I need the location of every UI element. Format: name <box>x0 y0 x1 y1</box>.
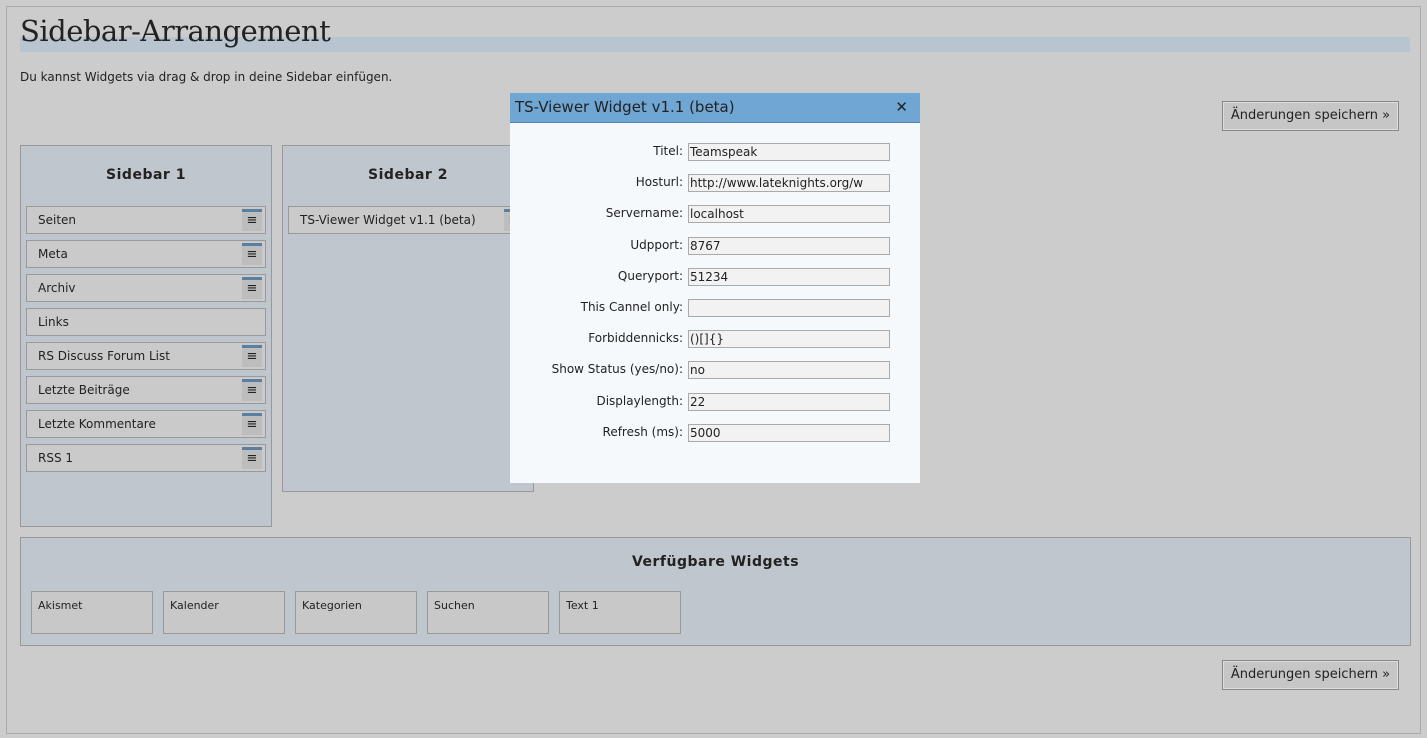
sidebar-1-panel: Sidebar 1 Seiten ≡ Meta ≡ Archiv ≡ Links RS Dis… <box>20 145 272 527</box>
form-row: Displaylength: 22 <box>510 392 920 411</box>
menu-handle-icon[interactable]: ≡ <box>242 379 262 401</box>
close-icon[interactable]: ✕ <box>895 93 908 122</box>
field-input[interactable]: no <box>688 361 890 380</box>
widget-label: Seiten <box>38 213 77 227</box>
widget-label: Links <box>38 315 69 329</box>
available-widget[interactable]: Kategorien <box>295 591 417 634</box>
widget-label: Archiv <box>38 281 76 295</box>
field-input[interactable]: 5000 <box>688 423 890 442</box>
sidebar-widget[interactable]: Archiv ≡ <box>26 274 266 302</box>
field-label: Hosturl: <box>635 175 683 190</box>
form-row: Refresh (ms): 5000 <box>510 423 920 442</box>
page-title: Sidebar-Arrangement <box>20 14 331 48</box>
widget-settings-dialog: TS-Viewer Widget v1.1 (beta) ✕ Titel: Tea… <box>510 93 920 483</box>
widget-label: Letzte Beiträge <box>38 383 130 397</box>
sidebar-widget[interactable]: Letzte Kommentare ≡ <box>26 410 266 438</box>
menu-handle-icon[interactable]: ≡ <box>242 209 262 231</box>
available-widget[interactable]: Suchen <box>427 591 549 634</box>
form-row: This Cannel only: <box>510 299 920 317</box>
dialog-title: TS-Viewer Widget v1.1 (beta) <box>515 98 735 116</box>
field-label: Refresh (ms): <box>602 424 683 439</box>
field-input[interactable] <box>688 299 890 317</box>
field-label: This Cannel only: <box>580 300 683 314</box>
sidebar-2-title: Sidebar 2 <box>368 167 448 183</box>
form-row: Udpport: 8767 <box>510 236 920 255</box>
menu-handle-icon[interactable]: ≡ <box>242 243 262 265</box>
form-row: Queryport: 51234 <box>510 267 920 286</box>
menu-handle-icon[interactable]: ≡ <box>242 277 262 299</box>
field-input[interactable]: Teamspeak <box>688 143 890 161</box>
intro-text: Du kannst Widgets via drag & drop in dei… <box>20 70 393 84</box>
widget-label: TS-Viewer Widget v1.1 (beta) <box>300 213 476 227</box>
sidebar-widget[interactable]: Seiten ≡ <box>26 206 266 234</box>
form-row: Titel: Teamspeak <box>510 143 920 161</box>
sidebar-1-title: Sidebar 1 <box>106 167 186 183</box>
field-input[interactable]: 51234 <box>688 267 890 286</box>
form-row: Hosturl: http://www.lateknights.org/w <box>510 174 920 193</box>
field-input[interactable]: localhost <box>688 205 890 224</box>
available-widget[interactable]: Kalender <box>163 591 285 634</box>
field-input[interactable]: ()[]{} <box>688 330 890 349</box>
menu-handle-icon[interactable]: ≡ <box>242 447 262 469</box>
menu-handle-icon[interactable]: ≡ <box>242 345 262 367</box>
available-widgets-title: Verfügbare Widgets <box>631 554 800 570</box>
widget-label: RS Discuss Forum List <box>38 349 170 363</box>
save-button-top[interactable]: Änderungen speichern » <box>1222 101 1399 131</box>
widget-label: Letzte Kommentare <box>38 417 156 431</box>
field-label: Show Status (yes/no): <box>551 362 683 377</box>
available-widgets-panel: Verfügbare Widgets Akismet Kalender Katego… <box>20 537 1411 646</box>
field-label: Displaylength: <box>596 393 683 408</box>
form-row: Show Status (yes/no): no <box>510 361 920 380</box>
sidebar-widget[interactable]: Letzte Beiträge ≡ <box>26 376 266 404</box>
sidebar-widget[interactable]: Meta ≡ <box>26 240 266 268</box>
form-row: Servername: localhost <box>510 205 920 224</box>
available-widget[interactable]: Akismet <box>31 591 153 634</box>
field-label: Servername: <box>605 206 683 221</box>
field-label: Queryport: <box>617 268 683 283</box>
available-widget[interactable]: Text 1 <box>559 591 681 634</box>
widget-label: RSS 1 <box>38 451 74 465</box>
field-input[interactable]: http://www.lateknights.org/w <box>688 174 890 193</box>
field-label: Titel: <box>653 144 683 158</box>
menu-handle-icon[interactable]: ≡ <box>242 413 262 435</box>
form-row: Forbiddennicks: ()[]{} <box>510 330 920 349</box>
widget-label: Meta <box>38 247 68 261</box>
sidebar-widget[interactable]: RS Discuss Forum List ≡ <box>26 342 266 370</box>
sidebar-widget[interactable]: RSS 1 ≡ <box>26 444 266 472</box>
sidebar-widget[interactable]: Links <box>26 308 266 336</box>
dialog-header[interactable]: TS-Viewer Widget v1.1 (beta) ✕ <box>510 93 920 123</box>
field-label: Forbiddennicks: <box>588 331 683 346</box>
field-input[interactable]: 8767 <box>688 236 890 255</box>
sidebar-2-panel: Sidebar 2 TS-Viewer Widget v1.1 (beta) ≡ <box>282 145 534 492</box>
field-input[interactable]: 22 <box>688 392 890 411</box>
field-label: Udpport: <box>630 237 683 252</box>
sidebar-widget[interactable]: TS-Viewer Widget v1.1 (beta) ≡ <box>288 206 528 234</box>
save-button-bottom[interactable]: Änderungen speichern » <box>1222 660 1399 690</box>
